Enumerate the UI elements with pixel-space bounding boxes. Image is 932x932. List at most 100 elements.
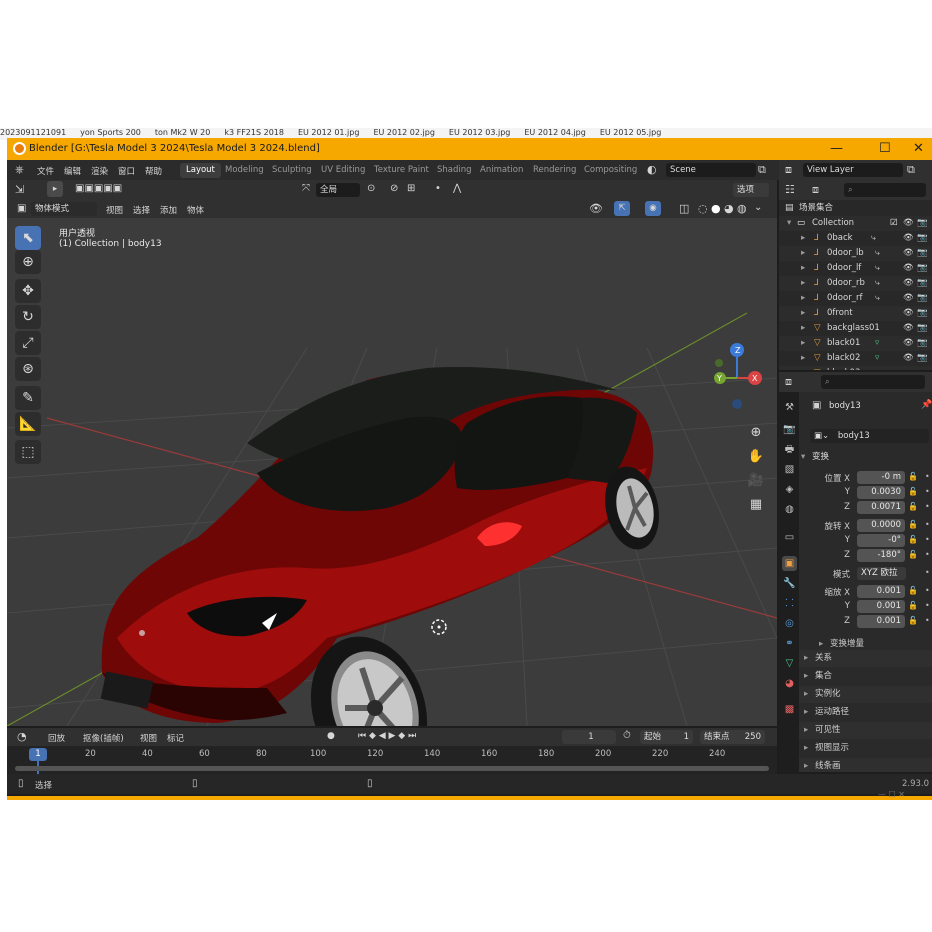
panel-relations[interactable]: ▸ 关系	[799, 650, 932, 667]
panel-viewport-display[interactable]: ▸ 视图显示	[799, 740, 932, 757]
measure-tool-icon[interactable]: 📐	[15, 412, 41, 436]
pan-hand-icon[interactable]: ✋	[745, 446, 767, 468]
menu-window[interactable]: 窗口	[118, 165, 135, 177]
snap-icon[interactable]: ⊘	[390, 183, 398, 194]
scene-name-field[interactable]: Scene	[666, 163, 756, 177]
keyframe-dot-icon[interactable]: •	[925, 550, 930, 559]
rotation-x-field[interactable]: 0.0000	[857, 519, 905, 532]
panel-line-art[interactable]: ▸ 线条画	[799, 758, 932, 772]
output-tab-icon[interactable]: 🖶	[782, 442, 797, 457]
shading-options-icon[interactable]: ⌄	[754, 202, 762, 213]
transform-orientation-dropdown[interactable]: 全局	[316, 183, 360, 197]
visibility-eye-icon[interactable]: 👁	[903, 216, 914, 231]
lock-icon[interactable]: 🔓	[908, 520, 918, 529]
outliner-item[interactable]: ▸ ▽ black03	[779, 366, 932, 370]
menu-add[interactable]: 添加	[160, 204, 177, 216]
render-camera-icon[interactable]: 📷	[917, 321, 928, 336]
scene-selector-icon[interactable]: ◐	[647, 163, 657, 176]
visibility-eye-icon[interactable]: 👁	[903, 306, 914, 321]
lock-icon[interactable]: 🔓	[908, 616, 918, 625]
location-y-field[interactable]: 0.0030	[857, 486, 905, 499]
scale-z-field[interactable]: 0.001	[857, 615, 905, 628]
delta-transform-subpanel[interactable]: ▸ 变换增量	[819, 637, 864, 649]
tab-compositing[interactable]: Compositing	[578, 163, 643, 178]
render-camera-icon[interactable]: 📷	[917, 231, 928, 246]
render-camera-icon[interactable]: 📷	[917, 261, 928, 276]
menu-timeline-view[interactable]: 视图	[140, 732, 157, 744]
location-x-field[interactable]: -0 m	[857, 471, 905, 484]
menu-render[interactable]: 渲染	[91, 165, 108, 177]
rotation-z-field[interactable]: -180°	[857, 549, 905, 562]
visibility-icon[interactable]: 👁	[589, 202, 603, 215]
view-layer-tab-icon[interactable]: ▧	[782, 462, 797, 477]
start-frame-field[interactable]: 起始 1	[640, 730, 693, 744]
select-tool-icon[interactable]: ▸	[47, 181, 63, 197]
move-tool-icon[interactable]: ✥	[15, 279, 41, 303]
render-tab-icon[interactable]: 📷	[782, 422, 797, 437]
menu-select[interactable]: 选择	[133, 204, 150, 216]
select-box-tool-icon[interactable]: ⬉	[15, 226, 41, 250]
rotation-y-field[interactable]: -0°	[857, 534, 905, 547]
blender-menu-icon[interactable]: ⎈	[15, 163, 24, 177]
collection-row[interactable]: ▾ ▭ Collection ☑ 👁 📷	[779, 216, 932, 231]
lock-icon[interactable]: 🔓	[908, 502, 918, 511]
lock-icon[interactable]: 🔓	[908, 472, 918, 481]
properties-editor-type-icon[interactable]: ⧈	[785, 375, 792, 389]
outliner-item[interactable]: ▸ ⅃ 0door_lf ⤷ 👁 📷	[779, 261, 932, 276]
data-tab-icon[interactable]: ▽	[782, 656, 797, 671]
menu-playback[interactable]: 回放	[48, 732, 65, 744]
keyframe-dot-icon[interactable]: •	[925, 568, 930, 577]
ortho-grid-icon[interactable]: ▦	[745, 494, 767, 516]
visibility-eye-icon[interactable]: 👁	[903, 321, 914, 336]
wireframe-shading-icon[interactable]: ◌	[698, 202, 708, 215]
scale-tool-icon[interactable]: ⤢	[15, 331, 41, 355]
tab-modeling[interactable]: Modeling	[219, 163, 270, 178]
keyframe-dot-icon[interactable]: •	[925, 616, 930, 625]
view-layer-field[interactable]: View Layer	[803, 163, 903, 177]
world-tab-icon[interactable]: ◍	[782, 502, 797, 517]
lock-icon[interactable]: 🔓	[908, 487, 918, 496]
render-camera-icon[interactable]: 📷	[917, 351, 928, 366]
material-tab-icon[interactable]: ◕	[782, 676, 797, 691]
render-camera-icon[interactable]: 📷	[917, 306, 928, 321]
timeline-ruler[interactable]: 1 20 40 60 80 100 120 140 160 180 200 22…	[7, 746, 777, 774]
object-tab-icon[interactable]: ▣	[782, 556, 797, 571]
texture-tab-icon[interactable]: ▩	[782, 702, 797, 717]
tab-shading[interactable]: Shading	[431, 163, 478, 178]
new-view-layer-icon[interactable]: ⧉	[907, 163, 915, 177]
options-dropdown[interactable]: 选项	[733, 183, 769, 197]
rotate-tool-icon[interactable]: ↻	[15, 305, 41, 329]
new-scene-icon[interactable]: ⧉	[758, 163, 766, 177]
outliner-item[interactable]: ▸ ⅃ 0front 👁 📷	[779, 306, 932, 321]
maximize-button[interactable]: ☐	[879, 141, 891, 156]
menu-file[interactable]: 文件	[37, 165, 54, 177]
tab-rendering[interactable]: Rendering	[527, 163, 582, 178]
menu-marker[interactable]: 标记	[167, 732, 184, 744]
keyframe-dot-icon[interactable]: •	[925, 601, 930, 610]
lock-icon[interactable]: 🔓	[908, 535, 918, 544]
menu-keying[interactable]: 抠像(插帧)	[83, 732, 124, 744]
timeline-scrollbar[interactable]	[15, 766, 769, 771]
end-frame-field[interactable]: 结束点 250	[700, 730, 765, 744]
outliner-item[interactable]: ▸ ▽ black02 ▿ 👁 📷	[779, 351, 932, 366]
scale-x-field[interactable]: 0.001	[857, 585, 905, 598]
render-camera-icon[interactable]: 📷	[917, 291, 928, 306]
3d-viewport[interactable]: Z X Y 用户透视 (1) Collection | body13 ⬉ ⊕ ✥…	[7, 218, 777, 726]
outliner-item[interactable]: ▸ ⅃ 0door_rf ⤷ 👁 📷	[779, 291, 932, 306]
keyframe-dot-icon[interactable]: •	[925, 535, 930, 544]
outliner-item[interactable]: ▸ ⅃ 0back ⤷ 👁 📷	[779, 231, 932, 246]
tab-texture-paint[interactable]: Texture Paint	[368, 163, 435, 178]
keyframe-dot-icon[interactable]: •	[925, 502, 930, 511]
outliner-item[interactable]: ▸ ▽ backglass01 👁 📷	[779, 321, 932, 336]
outliner-item[interactable]: ▸ ⅃ 0door_rb ⤷ 👁 📷	[779, 276, 932, 291]
proportional-edit-icon[interactable]: •	[435, 183, 441, 194]
add-cube-tool-icon[interactable]: ⬚	[15, 440, 41, 464]
tab-uv-editing[interactable]: UV Editing	[315, 163, 371, 178]
modifier-tab-icon[interactable]: 🔧	[782, 576, 797, 591]
visibility-eye-icon[interactable]: 👁	[903, 276, 914, 291]
snap-target-icon[interactable]: ⊞	[407, 183, 415, 194]
tab-animation[interactable]: Animation	[474, 163, 529, 178]
minimize-button[interactable]: —	[830, 141, 843, 156]
outliner-filter-icon[interactable]: ⧈	[812, 183, 819, 197]
visibility-eye-icon[interactable]: 👁	[903, 336, 914, 351]
